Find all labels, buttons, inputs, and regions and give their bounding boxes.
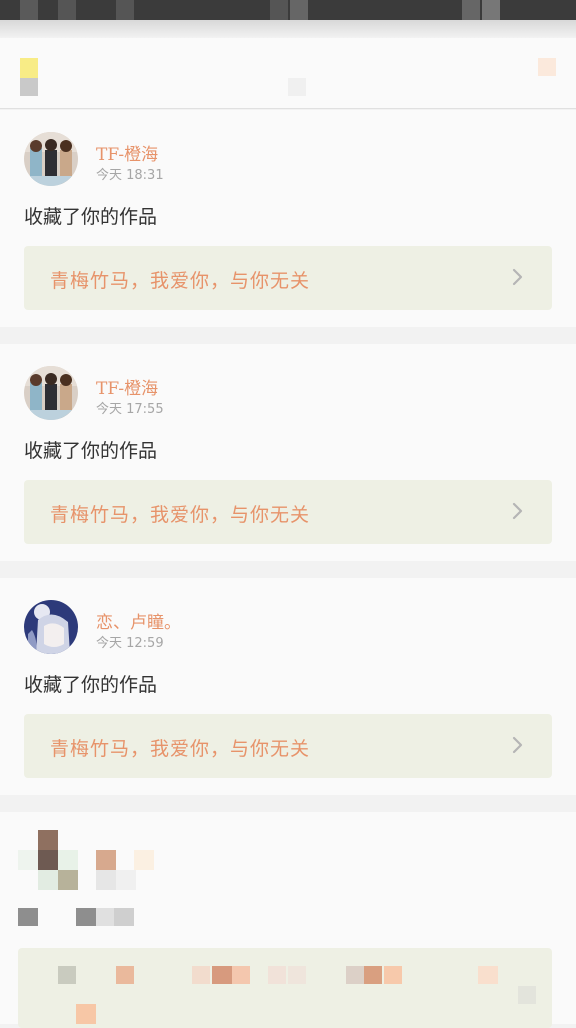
status-bar xyxy=(0,0,576,20)
status-icon xyxy=(20,0,38,20)
timestamp: 今天 18:31 xyxy=(96,168,164,183)
action-blur xyxy=(114,908,134,926)
action-text: 收藏了你的作品 xyxy=(24,674,158,696)
status-icon xyxy=(290,0,308,20)
title-blur xyxy=(116,966,134,984)
action-blur xyxy=(96,908,114,926)
title-blur xyxy=(192,966,210,984)
work-link[interactable]: 青梅竹马，我爱你，与你无关 xyxy=(24,480,552,544)
timestamp: 今天 12:59 xyxy=(96,636,164,651)
timestamp: 今天 17:55 xyxy=(96,402,164,417)
work-title: 青梅竹马，我爱你，与你无关 xyxy=(50,504,311,526)
status-icon xyxy=(482,0,500,20)
group-photo-avatar-icon[interactable] xyxy=(24,132,78,186)
time-blur xyxy=(96,870,116,890)
action-blur xyxy=(18,908,38,926)
status-shadow xyxy=(0,20,576,38)
feed-item: TF-橙海 今天 17:55 收藏了你的作品 青梅竹马，我爱你，与你无关 xyxy=(0,344,576,561)
header-title xyxy=(288,78,306,96)
feed-item-blurred xyxy=(0,812,576,1028)
avatar-blur xyxy=(38,870,58,890)
title-blur xyxy=(364,966,382,984)
avatar-blur xyxy=(38,850,58,870)
status-icon xyxy=(270,0,288,20)
anime-girl-avatar-icon[interactable] xyxy=(24,600,78,654)
status-icon xyxy=(462,0,480,20)
avatar-blur xyxy=(38,830,58,850)
group-photo-avatar-icon[interactable] xyxy=(24,366,78,420)
back-icon-lower xyxy=(20,78,38,96)
app-header xyxy=(0,38,576,109)
status-icon xyxy=(116,0,134,20)
username[interactable]: TF-橙海 xyxy=(96,140,158,165)
feed-item: TF-橙海 今天 18:31 收藏了你的作品 青梅竹马，我爱你，与你无关 xyxy=(0,110,576,327)
title-blur xyxy=(232,966,250,984)
title-blur xyxy=(76,1004,96,1024)
work-link[interactable]: 青梅竹马，我爱你，与你无关 xyxy=(24,714,552,778)
avatar-blur xyxy=(58,870,78,890)
title-blur xyxy=(268,966,286,984)
back-icon[interactable] xyxy=(20,58,38,78)
chevron-right-icon xyxy=(518,986,536,1004)
work-link[interactable]: 青梅竹马，我爱你，与你无关 xyxy=(24,246,552,310)
title-blur xyxy=(346,966,364,984)
chevron-right-icon xyxy=(512,736,523,754)
avatar-blur xyxy=(58,850,78,870)
title-blur xyxy=(384,966,402,984)
title-blur xyxy=(212,966,232,984)
username-blur xyxy=(134,850,154,870)
title-blur xyxy=(478,966,498,984)
title-blur xyxy=(58,966,76,984)
username-blur xyxy=(96,850,116,870)
avatar-blur xyxy=(18,850,38,870)
chevron-right-icon xyxy=(512,268,523,286)
title-blur xyxy=(288,966,306,984)
feed-item: 恋、卢瞳。 今天 12:59 收藏了你的作品 青梅竹马，我爱你，与你无关 xyxy=(0,578,576,795)
chevron-right-icon xyxy=(512,502,523,520)
menu-icon[interactable] xyxy=(538,58,556,76)
username[interactable]: TF-橙海 xyxy=(96,374,158,399)
time-blur xyxy=(116,870,136,890)
status-icon xyxy=(58,0,76,20)
action-text: 收藏了你的作品 xyxy=(24,440,158,462)
work-title: 青梅竹马，我爱你，与你无关 xyxy=(50,738,311,760)
action-blur xyxy=(76,908,96,926)
work-link-blurred[interactable] xyxy=(18,948,552,1028)
work-title: 青梅竹马，我爱你，与你无关 xyxy=(50,270,311,292)
action-text: 收藏了你的作品 xyxy=(24,206,158,228)
username[interactable]: 恋、卢瞳。 xyxy=(96,608,181,633)
